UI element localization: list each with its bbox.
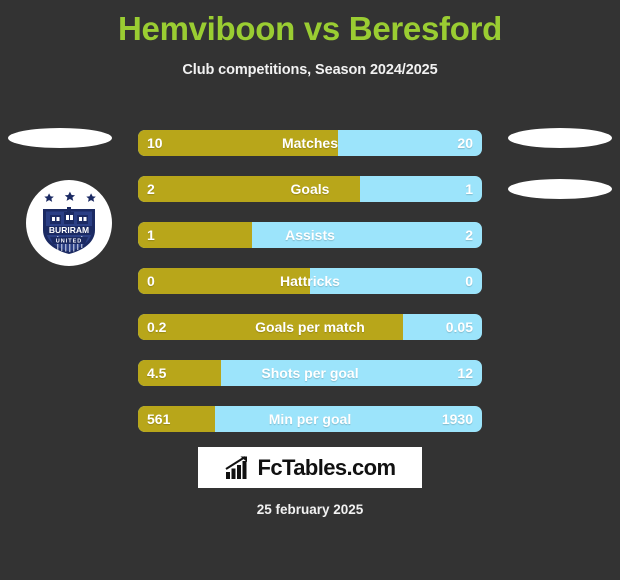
decorative-ellipse-right-second xyxy=(508,179,612,199)
fctables-logo[interactable]: FcTables.com xyxy=(198,447,422,488)
page-subtitle: Club competitions, Season 2024/2025 xyxy=(182,62,438,78)
stat-row-goals-per-match: 0.2 Goals per match 0.05 xyxy=(138,314,482,340)
fctables-brand-text: FcTables.com xyxy=(257,454,396,480)
stat-away-value: 2 xyxy=(465,227,473,243)
stat-away-value: 12 xyxy=(457,365,473,381)
stat-label: Goals xyxy=(290,181,330,197)
footer-date: 25 february 2025 xyxy=(256,502,364,517)
stat-away-value: 1 xyxy=(465,181,473,197)
stat-away-value: 20 xyxy=(457,135,473,151)
decorative-ellipse-left-top xyxy=(8,128,112,148)
stat-label: Min per goal xyxy=(268,411,352,427)
club-crest-icon: BURIRAM UNITED xyxy=(43,191,96,254)
stats-bar-list: 10 Matches 20 2 Goals 1 1 Assists 2 0 Ha… xyxy=(138,130,482,452)
stat-comparison-page: Hemviboon vs Beresford Club competitions… xyxy=(0,0,620,580)
stat-away-value: 0.05 xyxy=(445,319,473,335)
club-badge-buriram-united: BURIRAM UNITED xyxy=(26,180,112,266)
stat-row-shots-per-goal: 4.5 Shots per goal 12 xyxy=(138,360,482,386)
stat-label: Hattricks xyxy=(280,273,340,289)
page-title: Hemviboon vs Beresford xyxy=(117,10,502,47)
stat-away-value: 1930 xyxy=(441,411,473,427)
crest-club-suffix: UNITED xyxy=(56,239,82,245)
stat-row-matches: 10 Matches 20 xyxy=(138,130,482,156)
stat-label: Matches xyxy=(281,135,339,151)
stat-row-hattricks: 0 Hattricks 0 xyxy=(138,268,482,294)
crest-club-name: BURIRAM xyxy=(49,225,89,235)
stat-row-min-per-goal: 561 Min per goal 1930 xyxy=(138,406,482,432)
stat-label: Assists xyxy=(285,227,335,243)
stat-label: Shots per goal xyxy=(261,365,359,381)
stat-away-value: 0 xyxy=(465,273,473,289)
stat-label: Goals per match xyxy=(255,319,365,335)
stat-row-goals: 2 Goals 1 xyxy=(138,176,482,202)
bar-chart-arrow-icon xyxy=(225,455,247,479)
stat-row-assists: 1 Assists 2 xyxy=(138,222,482,248)
decorative-ellipse-right-top xyxy=(508,128,612,148)
